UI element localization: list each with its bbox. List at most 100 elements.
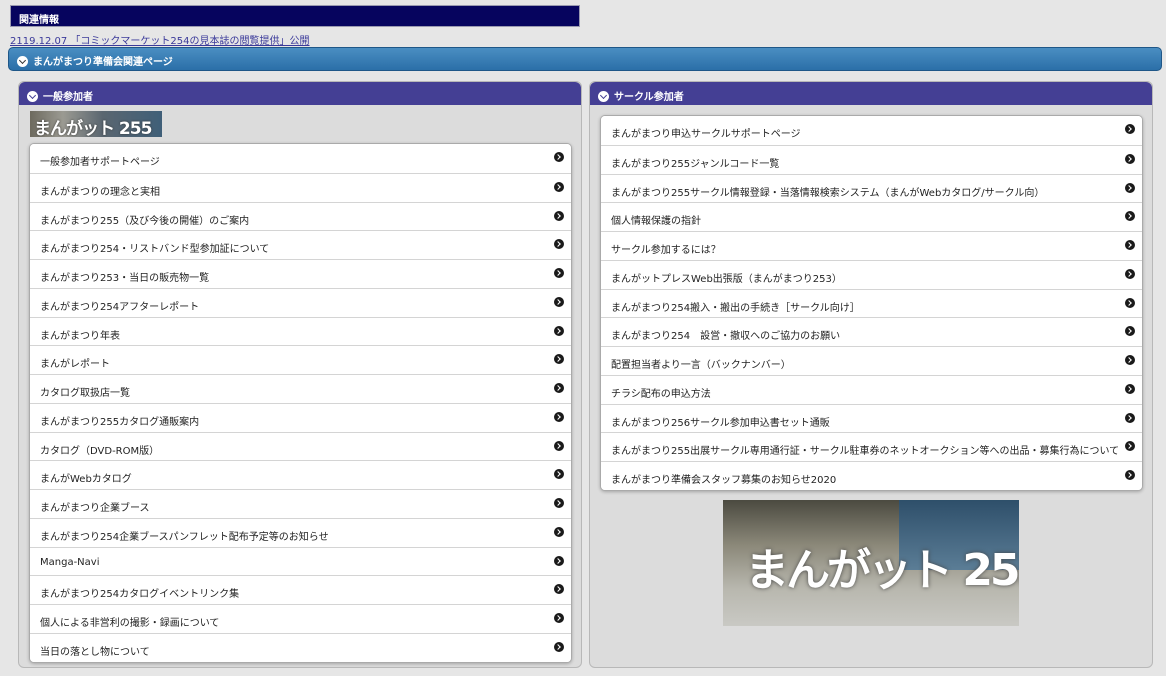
chevron-right-icon (1125, 412, 1135, 423)
chevron-right-icon (1125, 153, 1135, 164)
list-item[interactable]: サークル参加するには？ (601, 231, 1142, 260)
chevron-right-icon (554, 296, 564, 307)
list-item-label: チラシ配布の申込方法 (611, 388, 711, 400)
list-item-label: 当日の落とし物について (40, 646, 150, 658)
list-item[interactable]: まんがまつり企業ブース (30, 489, 571, 518)
chevron-right-icon (1125, 240, 1135, 250)
list-item[interactable]: 個人による非営利の撮影・録画について (30, 604, 571, 633)
list-item[interactable]: カタログ取扱店一覧 (30, 374, 571, 403)
chevron-right-icon (554, 469, 564, 480)
chevron-right-icon (554, 613, 564, 623)
mangatto-banner-small[interactable]: まんがット 255 (30, 111, 162, 137)
list-item[interactable]: まんがまつり255（及び今後の開催）のご案内 (30, 201, 571, 231)
chevron-right-icon (1125, 182, 1135, 193)
list-item[interactable]: まんがまつり254搬入・搬出の手続き［サークル向け］ (601, 288, 1142, 318)
list-item[interactable]: チラシ配布の申込方法 (601, 374, 1142, 404)
list-item[interactable]: Manga-Navi (30, 546, 571, 576)
list-item-label: カタログ取扱店一覧 (40, 388, 130, 399)
list-item-label: まんがまつり254カタログイベントリンク集 (40, 589, 240, 601)
list-item-label: 配置担当者より一言（バックナンバー） (611, 360, 791, 371)
list-item-label: まんがまつり255ジャンルコード一覧 (611, 158, 780, 170)
chevron-right-icon (1125, 326, 1135, 337)
list-item[interactable]: まんがまつり256サークル参加申込書セット通販 (601, 403, 1142, 433)
chevron-right-icon (1125, 355, 1135, 365)
general-links-list: 一般参加者サポートページ まんがまつりの理念と実相まんがまつり255（及び今後の開… (29, 143, 572, 663)
chevron-right-icon (554, 498, 564, 508)
list-item[interactable]: まんがまつり申込サークルサポートページ (601, 116, 1142, 145)
mangatto-banner-large[interactable]: まんがット 255 (723, 500, 1019, 626)
list-item-label: まんがまつり255出展サークル専用通行証・サークル駐車券のネットオークション等へ… (611, 446, 1120, 458)
list-item-label: まんがまつり254 設営・撤収へのご協力のお願い (611, 331, 841, 343)
list-item-label: まんがまつり年表 (40, 330, 120, 342)
chevron-down-icon (17, 56, 28, 67)
panel-title: 一般参加者 (43, 92, 93, 103)
related-info-header: 関連情報 (10, 5, 580, 27)
section-toggle-main[interactable]: まんがまつり準備会関連ページ (8, 47, 1162, 71)
chevron-right-icon (554, 268, 564, 278)
list-item-label: まんがまつり255（及び今後の開催）のご案内 (40, 215, 250, 227)
section-title: まんがまつり準備会関連ページ (33, 57, 173, 68)
list-item[interactable]: まんがレポート (30, 345, 571, 374)
list-item-label: まんがWebカタログ (40, 474, 132, 486)
banner-text: まんがット 255 (34, 119, 152, 137)
chevron-right-icon (1125, 383, 1135, 394)
list-item[interactable]: まんがットプレスWeb出張版（まんがまつり253） (601, 259, 1142, 289)
chevron-right-icon (1125, 124, 1135, 134)
list-item[interactable]: まんがまつり254 設営・撤収へのご協力のお願い (601, 317, 1142, 346)
circle-links-list: まんがまつり申込サークルサポートページ まんがまつり255ジャンルコード一覧まんが… (600, 115, 1143, 491)
circle-participants-panel: サークル参加者 まんがまつり申込サークルサポートページ まんがまつり255ジャンル… (589, 81, 1153, 668)
chevron-right-icon (554, 181, 564, 192)
chevron-right-icon (554, 526, 564, 537)
news-link[interactable]: 2119.12.07 「コミックマーケット254の見本誌の閲覧提供」公開 (10, 32, 310, 47)
chevron-right-icon (554, 555, 564, 566)
chevron-right-icon (554, 411, 564, 422)
list-item-label: まんがレポート (40, 359, 110, 371)
list-item-label: まんがットプレスWeb出張版（まんがまつり253） (611, 273, 842, 285)
panel-title: サークル参加者 (614, 92, 684, 103)
list-item-label: まんがまつり255カタログ通販案内 (40, 416, 200, 428)
list-item[interactable]: まんがWebカタログ (30, 460, 571, 489)
list-item-label: まんがまつり254アフターレポート (40, 301, 200, 313)
chevron-down-icon (27, 91, 38, 102)
list-item[interactable]: まんがまつり255出展サークル専用通行証・サークル駐車券のネットオークション等へ… (601, 432, 1142, 461)
list-item-label: 個人情報保護の指針 (611, 216, 701, 228)
chevron-right-icon (554, 325, 564, 336)
list-item[interactable]: まんがまつり254アフターレポート (30, 287, 571, 317)
list-item[interactable]: 個人情報保護の指針 (601, 202, 1142, 231)
list-item[interactable]: まんがまつり255サークル情報登録・当落情報検索システム（まんがWebカタログ/… (601, 173, 1142, 203)
list-item[interactable]: まんがまつり準備会スタッフ募集のお知らせ2020 (601, 461, 1142, 490)
list-item[interactable]: 当日の落とし物について (30, 632, 571, 662)
chevron-down-icon (598, 91, 609, 102)
list-item[interactable]: 一般参加者サポートページ (30, 144, 571, 173)
list-item-label: まんがまつり申込サークルサポートページ (611, 129, 801, 140)
circle-participants-header[interactable]: サークル参加者 (590, 82, 1152, 105)
list-item[interactable]: まんがまつり254カタログイベントリンク集 (30, 575, 571, 604)
chevron-right-icon (554, 584, 564, 595)
list-item[interactable]: 配置担当者より一言（バックナンバー） (601, 346, 1142, 375)
list-item-label: まんがまつり254搬入・搬出の手続き［サークル向け］ (611, 302, 860, 314)
list-item[interactable]: カタログ（DVD-ROM版） (30, 431, 571, 461)
chevron-right-icon (1125, 211, 1135, 222)
chevron-right-icon (554, 440, 564, 451)
list-item[interactable]: まんがまつり255カタログ通販案内 (30, 402, 571, 432)
list-item[interactable]: まんがまつり255ジャンルコード一覧 (601, 144, 1142, 174)
chevron-right-icon (554, 210, 564, 221)
general-participants-header[interactable]: 一般参加者 (19, 82, 581, 105)
list-item-label: まんがまつり256サークル参加申込書セット通販 (611, 417, 830, 429)
list-item[interactable]: まんがまつりの理念と実相 (30, 172, 571, 202)
list-item-label: まんがまつり254・リストバンド型参加証について (40, 244, 270, 256)
chevron-right-icon (1125, 268, 1135, 279)
chevron-right-icon (554, 641, 564, 652)
chevron-right-icon (554, 152, 564, 162)
general-participants-panel: 一般参加者 まんがット 255 一般参加者サポートページ まんがまつりの理念と実相… (18, 81, 582, 668)
list-item-label: 個人による非営利の撮影・録画について (40, 618, 220, 629)
list-item-label: まんがまつり253・当日の販売物一覧 (40, 273, 210, 284)
list-item[interactable]: まんがまつり254・リストバンド型参加証について (30, 230, 571, 259)
chevron-right-icon (554, 239, 564, 250)
chevron-right-icon (554, 383, 564, 393)
list-item[interactable]: まんがまつり年表 (30, 316, 571, 346)
list-item[interactable]: まんがまつり254企業ブースパンフレット配布予定等のお知らせ (30, 517, 571, 547)
chevron-right-icon (554, 354, 564, 365)
chevron-right-icon (1125, 297, 1135, 308)
list-item[interactable]: まんがまつり253・当日の販売物一覧 (30, 259, 571, 288)
